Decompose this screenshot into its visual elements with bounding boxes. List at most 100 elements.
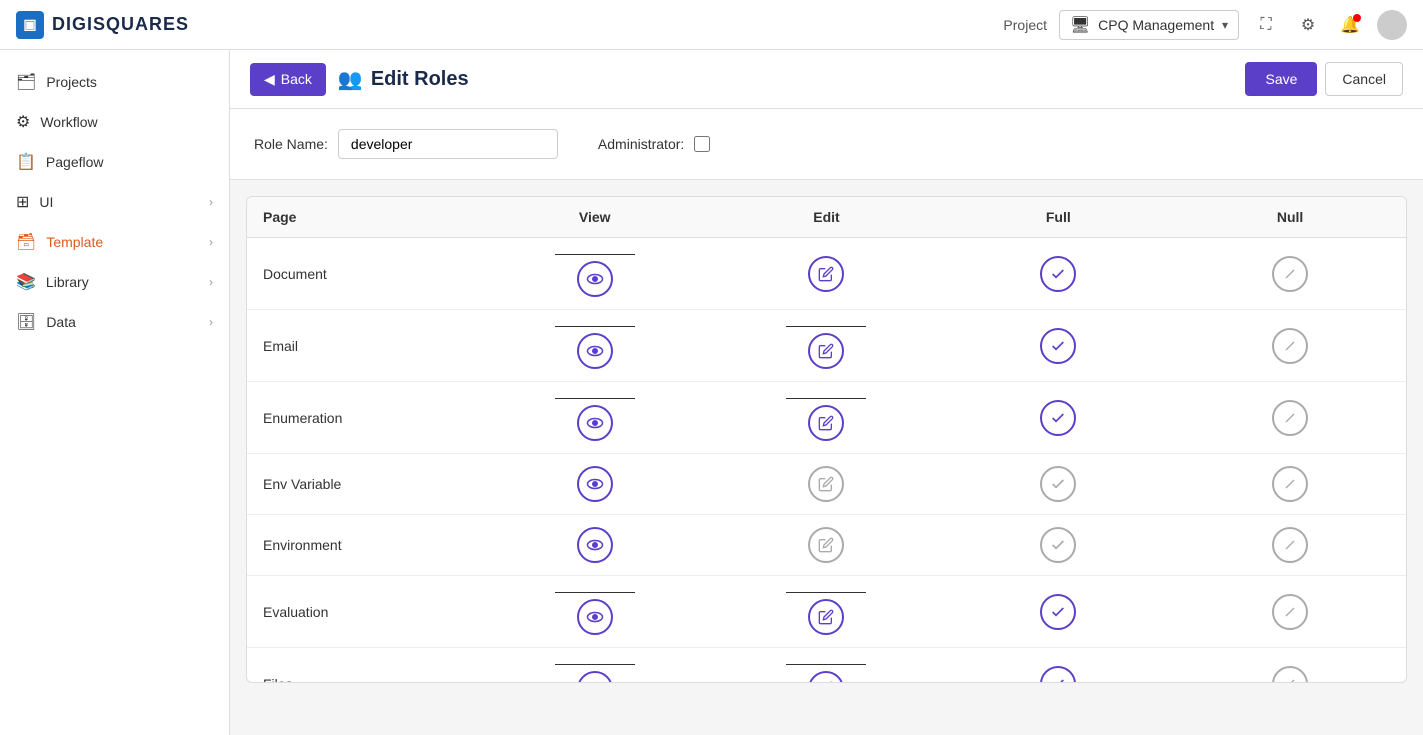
col-view: View [479, 197, 711, 238]
sidebar-item-projects[interactable]: 🗂 Projects [0, 62, 229, 102]
sidebar: 🗂 Projects ⚙ Workflow 📋 Pageflow ⊞ UI › … [0, 50, 230, 735]
gear-icon: ⚙ [1301, 15, 1315, 35]
perm-line [555, 254, 635, 255]
perm-line [786, 326, 866, 327]
sidebar-item-workflow[interactable]: ⚙ Workflow [0, 102, 229, 142]
cell-full [942, 576, 1174, 648]
settings-button[interactable]: ⚙ [1293, 10, 1323, 40]
cell-null [1174, 382, 1406, 454]
full-icon[interactable] [1040, 328, 1076, 364]
page-header-right: Save Cancel [1245, 62, 1403, 96]
edit-icon[interactable] [808, 256, 844, 292]
sidebar-item-data[interactable]: 🗄 Data › [0, 302, 229, 342]
edit-icon[interactable] [808, 527, 844, 563]
edit-roles-icon: 👥 [338, 67, 363, 92]
table-row: Evaluation [247, 576, 1406, 648]
full-icon[interactable] [1040, 466, 1076, 502]
perm-line [555, 326, 635, 327]
edit-icon[interactable] [808, 333, 844, 369]
null-icon[interactable] [1272, 400, 1308, 436]
col-null: Null [1174, 197, 1406, 238]
edit-icon[interactable] [808, 466, 844, 502]
sidebar-item-template[interactable]: 🗃 Template › [0, 222, 229, 262]
perm-line [786, 664, 866, 665]
administrator-label: Administrator: [598, 136, 684, 152]
full-icon[interactable] [1040, 594, 1076, 630]
cell-edit [711, 238, 943, 310]
chevron-right-icon: › [209, 235, 213, 249]
full-icon[interactable] [1040, 400, 1076, 436]
cell-full [942, 382, 1174, 454]
perm-line [555, 664, 635, 665]
table-row: Document [247, 238, 1406, 310]
full-icon[interactable] [1040, 256, 1076, 292]
role-name-input[interactable] [338, 129, 558, 159]
page-header-left: ◀ Back 👥 Edit Roles [250, 63, 469, 96]
view-icon[interactable] [577, 671, 613, 682]
cell-edit [711, 454, 943, 515]
col-edit: Edit [711, 197, 943, 238]
cell-edit [711, 576, 943, 648]
null-icon[interactable] [1272, 328, 1308, 364]
workflow-icon: ⚙ [16, 112, 30, 132]
null-icon[interactable] [1272, 666, 1308, 683]
back-button[interactable]: ◀ Back [250, 63, 326, 96]
monitor-icon: 🖥 [1070, 15, 1090, 35]
administrator-checkbox[interactable] [694, 136, 710, 152]
logo-icon: ▣ [16, 11, 44, 39]
view-icon[interactable] [577, 466, 613, 502]
project-name: CPQ Management [1098, 17, 1214, 33]
sidebar-item-label: Projects [46, 74, 97, 90]
full-icon[interactable] [1040, 666, 1076, 683]
sidebar-item-library[interactable]: 📚 Library › [0, 262, 229, 302]
chevron-right-icon: › [209, 275, 213, 289]
fullscreen-button[interactable]: ⛶ [1251, 10, 1281, 40]
cell-null [1174, 454, 1406, 515]
null-icon[interactable] [1272, 466, 1308, 502]
edit-icon[interactable] [808, 599, 844, 635]
sidebar-item-label: Library [46, 274, 89, 290]
cell-null [1174, 576, 1406, 648]
null-icon[interactable] [1272, 594, 1308, 630]
avatar[interactable] [1377, 10, 1407, 40]
ui-icon: ⊞ [16, 192, 29, 212]
view-icon[interactable] [577, 405, 613, 441]
sidebar-item-ui[interactable]: ⊞ UI › [0, 182, 229, 222]
cell-view [479, 648, 711, 683]
sidebar-item-pageflow[interactable]: 📋 Pageflow [0, 142, 229, 182]
view-icon[interactable] [577, 261, 613, 297]
edit-icon[interactable] [808, 405, 844, 441]
null-icon[interactable] [1272, 256, 1308, 292]
cell-view [479, 238, 711, 310]
chevron-down-icon: ▾ [1222, 18, 1228, 32]
save-button[interactable]: Save [1245, 62, 1317, 96]
table-wrapper: Page View Edit Full Null DocumentEmailEn… [247, 197, 1406, 682]
cell-full [942, 238, 1174, 310]
cell-full [942, 454, 1174, 515]
view-icon[interactable] [577, 527, 613, 563]
perm-line [786, 592, 866, 593]
page-header: ◀ Back 👥 Edit Roles Save Cancel [230, 50, 1423, 109]
view-icon[interactable] [577, 599, 613, 635]
cell-page: Environment [247, 515, 479, 576]
bell-icon: 🔔 [1340, 15, 1360, 35]
notification-button[interactable]: 🔔 [1335, 10, 1365, 40]
sidebar-item-label: Pageflow [46, 154, 104, 170]
sidebar-item-label: Template [46, 234, 103, 250]
cell-edit [711, 382, 943, 454]
col-full: Full [942, 197, 1174, 238]
navbar-left: ▣ DIGISQUARES [16, 11, 189, 39]
perm-line [555, 592, 635, 593]
project-selector[interactable]: 🖥 CPQ Management ▾ [1059, 10, 1239, 40]
cancel-button[interactable]: Cancel [1325, 62, 1403, 96]
navbar-right: Project 🖥 CPQ Management ▾ ⛶ ⚙ 🔔 [1003, 10, 1407, 40]
view-icon[interactable] [577, 333, 613, 369]
edit-icon[interactable] [808, 671, 844, 682]
cell-null [1174, 238, 1406, 310]
full-icon[interactable] [1040, 527, 1076, 563]
cell-page: Env Variable [247, 454, 479, 515]
cell-view [479, 454, 711, 515]
cell-page: Enumeration [247, 382, 479, 454]
null-icon[interactable] [1272, 527, 1308, 563]
data-icon: 🗄 [16, 312, 36, 332]
